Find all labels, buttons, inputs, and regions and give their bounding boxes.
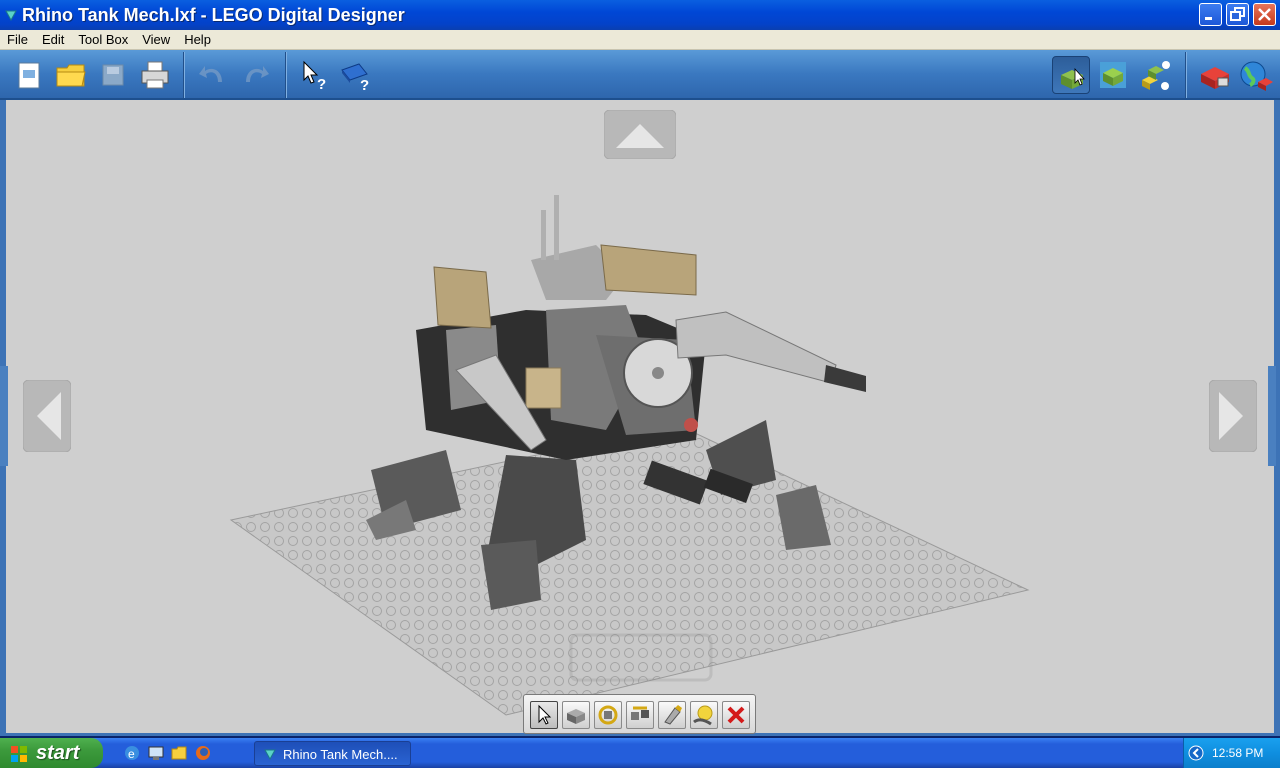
- save-button[interactable]: [94, 56, 132, 94]
- arrow-up-icon: [603, 109, 677, 160]
- system-tray: 12:58 PM: [1183, 738, 1280, 768]
- hide-tool-button[interactable]: [690, 701, 718, 729]
- lego-model-scene: [229, 195, 1030, 716]
- windows-logo-icon: [11, 746, 27, 762]
- hinge-tool-button[interactable]: [594, 701, 622, 729]
- hinge-align-tool-icon: [631, 706, 649, 720]
- restore-button[interactable]: [1226, 3, 1249, 26]
- svg-text:?: ?: [360, 77, 369, 94]
- shop-icon: [1201, 67, 1229, 89]
- app-icon: [264, 749, 276, 761]
- 3d-viewport[interactable]: [0, 100, 1280, 736]
- close-icon: [1258, 8, 1271, 21]
- svg-text:?: ?: [317, 76, 326, 93]
- paint-tool-button[interactable]: [658, 701, 686, 729]
- toolbar-separator: [285, 52, 287, 98]
- undo-icon: [199, 66, 222, 82]
- quicklaunch-desktop-icon[interactable]: [147, 744, 165, 762]
- select-tool-icon: [538, 704, 552, 725]
- new-file-button[interactable]: [10, 56, 48, 94]
- view-mode-icon: [1100, 62, 1126, 88]
- mech-body: [416, 305, 706, 460]
- title-bar: Rhino Tank Mech.lxf - LEGO Digital Desig…: [0, 0, 1280, 30]
- online-button[interactable]: [1236, 56, 1274, 94]
- build-mode-icon: [1061, 67, 1085, 89]
- arrow-left-icon: [22, 379, 72, 453]
- close-button[interactable]: [1253, 3, 1276, 26]
- app-icon: [5, 10, 17, 22]
- print-button[interactable]: [136, 56, 174, 94]
- menu-view[interactable]: View: [135, 30, 177, 50]
- undo-button[interactable]: [194, 56, 232, 94]
- shop-button[interactable]: [1196, 56, 1234, 94]
- minimize-icon: [1205, 17, 1212, 20]
- clone-tool-icon: [567, 709, 585, 724]
- rotate-left-button[interactable]: [22, 379, 72, 457]
- menu-help[interactable]: Help: [177, 30, 218, 50]
- delete-tool-icon: [727, 706, 745, 724]
- open-folder-icon: [56, 64, 86, 87]
- svg-text:e: e: [128, 747, 135, 761]
- main-toolbar: ? ?: [0, 50, 1280, 100]
- left-panel-tab[interactable]: [0, 366, 8, 466]
- hide-tool-icon: [693, 705, 713, 726]
- help-book-button[interactable]: ?: [337, 56, 375, 94]
- menu-edit[interactable]: Edit: [35, 30, 71, 50]
- arrow-right-icon: [1208, 379, 1258, 453]
- build-mode-button[interactable]: [1052, 56, 1090, 94]
- help-select-button[interactable]: ?: [296, 56, 334, 94]
- building-guide-mode-button[interactable]: [1136, 56, 1174, 94]
- hinge-tool-icon: [598, 705, 618, 725]
- clone-tool-button[interactable]: [562, 701, 590, 729]
- quicklaunch-ie-icon[interactable]: e: [123, 744, 141, 762]
- view-mode-button[interactable]: [1094, 56, 1132, 94]
- rotate-right-button[interactable]: [1208, 379, 1258, 457]
- help-select-icon: ?: [303, 60, 326, 93]
- open-file-button[interactable]: [52, 56, 90, 94]
- print-icon: [141, 61, 169, 89]
- windows-taskbar: start e Rhino Tank Mech.... 12:58 PM: [0, 738, 1280, 768]
- start-button[interactable]: start: [0, 738, 103, 768]
- window-title: Rhino Tank Mech.lxf - LEGO Digital Desig…: [22, 5, 405, 25]
- menu-file[interactable]: File: [0, 30, 35, 50]
- right-panel-tab[interactable]: [1268, 366, 1276, 466]
- chevron-left-icon[interactable]: [1188, 745, 1204, 761]
- redo-button[interactable]: [236, 56, 274, 94]
- delete-tool-button[interactable]: [722, 701, 750, 729]
- help-book-icon: ?: [341, 63, 369, 94]
- start-label: start: [36, 742, 80, 764]
- online-icon: [1240, 61, 1273, 91]
- hinge-align-tool-button[interactable]: [626, 701, 654, 729]
- new-file-icon: [18, 62, 40, 89]
- restore-icon: [1230, 7, 1245, 21]
- minimize-button[interactable]: [1199, 3, 1222, 26]
- tool-palette: [523, 694, 756, 734]
- menu-toolbox[interactable]: Tool Box: [71, 30, 135, 50]
- quicklaunch-folder-icon[interactable]: [170, 744, 188, 762]
- taskbar-window-label: Rhino Tank Mech....: [283, 747, 398, 762]
- mech-turret: [433, 195, 697, 329]
- toolbar-separator: [1185, 52, 1187, 98]
- rotate-up-button[interactable]: [603, 109, 677, 164]
- toolbar-separator: [183, 52, 185, 98]
- select-tool-button[interactable]: [530, 701, 558, 729]
- save-icon: [102, 64, 124, 86]
- paint-tool-icon: [664, 705, 682, 725]
- redo-icon: [246, 66, 269, 82]
- menu-bar: File Edit Tool Box View Help: [0, 30, 1280, 50]
- building-guide-mode-icon: [1142, 61, 1170, 90]
- clock: 12:58 PM: [1212, 746, 1264, 760]
- taskbar-window-button[interactable]: Rhino Tank Mech....: [254, 741, 411, 766]
- quicklaunch-firefox-icon[interactable]: [194, 744, 212, 762]
